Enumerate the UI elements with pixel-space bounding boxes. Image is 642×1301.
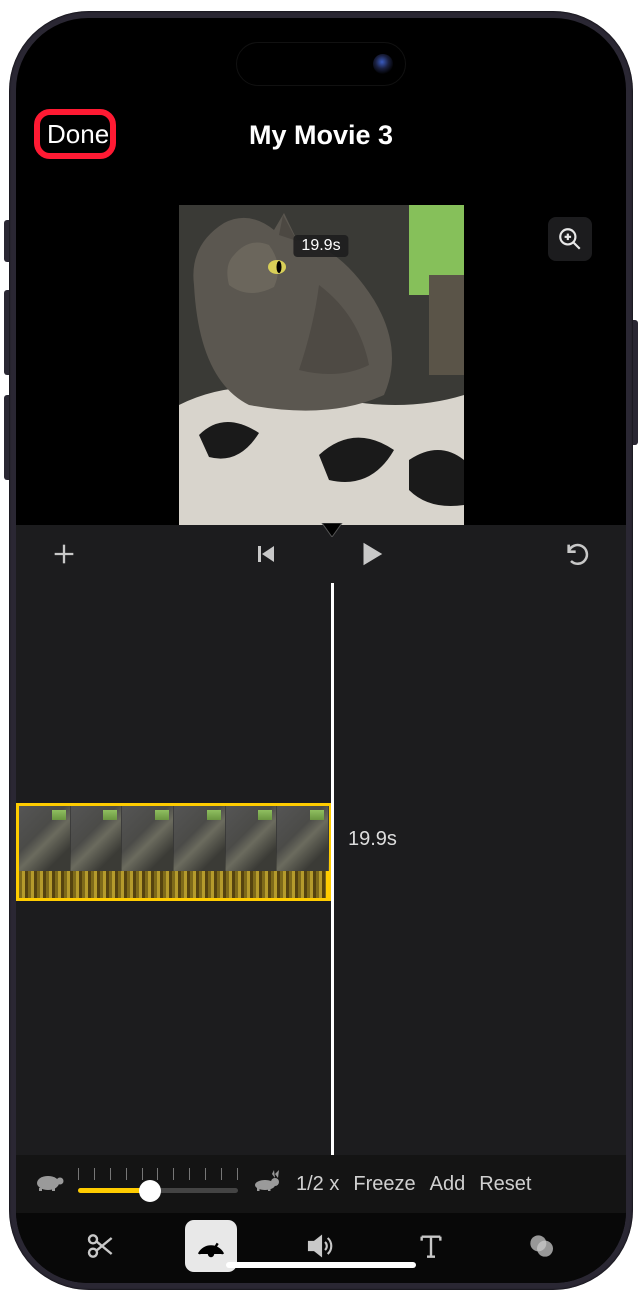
magnifier-plus-icon <box>557 226 583 252</box>
clip-duration-label: 19.9s <box>348 828 397 851</box>
plus-icon <box>50 540 78 568</box>
preview-duration-badge: 19.9s <box>293 235 348 257</box>
reset-speed-button[interactable]: Reset <box>479 1173 531 1196</box>
add-freeze-button[interactable]: Add <box>430 1173 466 1196</box>
speedometer-icon <box>195 1230 227 1262</box>
skip-back-icon <box>254 542 278 566</box>
undo-icon <box>564 540 592 568</box>
slider-ticks <box>78 1168 238 1182</box>
zoom-button[interactable] <box>548 217 592 261</box>
done-button[interactable]: Done <box>41 115 115 154</box>
clip-thumbnail <box>122 806 174 871</box>
video-clip[interactable] <box>16 803 332 871</box>
playhead[interactable] <box>331 583 334 1155</box>
project-title: My Movie 3 <box>249 120 393 151</box>
clip-thumbnail <box>174 806 226 871</box>
clip-thumbnail <box>71 806 123 871</box>
tab-filters[interactable] <box>515 1220 567 1272</box>
audio-waveform[interactable] <box>16 871 332 901</box>
filters-icon <box>525 1230 557 1262</box>
clip-thumbnail <box>226 806 278 871</box>
freeze-button[interactable]: Freeze <box>353 1173 415 1196</box>
play-button[interactable] <box>356 539 386 569</box>
home-indicator[interactable] <box>226 1262 416 1268</box>
speed-controls: 1/2 x Freeze Add Reset <box>16 1155 626 1213</box>
playhead-marker-icon <box>320 523 344 537</box>
phone-frame: Done My Movie 3 <box>9 11 633 1290</box>
preview-area: 19.9s <box>16 205 626 525</box>
speed-multiplier-label: 1/2 x <box>296 1173 339 1196</box>
rabbit-icon <box>252 1170 282 1198</box>
phone-screen: Done My Movie 3 <box>16 18 626 1283</box>
clip-thumbnail <box>19 806 71 871</box>
tool-tabs <box>16 1213 626 1283</box>
undo-button[interactable] <box>564 540 592 568</box>
text-icon <box>415 1230 447 1262</box>
speaker-icon <box>305 1230 337 1262</box>
timeline[interactable]: 19.9s <box>16 583 626 1155</box>
video-preview[interactable]: 19.9s <box>179 205 464 525</box>
play-icon <box>356 539 386 569</box>
turtle-icon <box>34 1170 64 1198</box>
editor-header: Done My Movie 3 <box>16 120 626 205</box>
slider-knob[interactable] <box>139 1180 161 1202</box>
clip-thumbnail <box>277 806 329 871</box>
speed-slider[interactable] <box>78 1168 238 1200</box>
skip-to-start-button[interactable] <box>254 542 278 566</box>
transport-bar <box>16 525 626 583</box>
scissors-icon <box>85 1230 117 1262</box>
tab-actions[interactable] <box>75 1220 127 1272</box>
add-media-button[interactable] <box>50 540 78 568</box>
